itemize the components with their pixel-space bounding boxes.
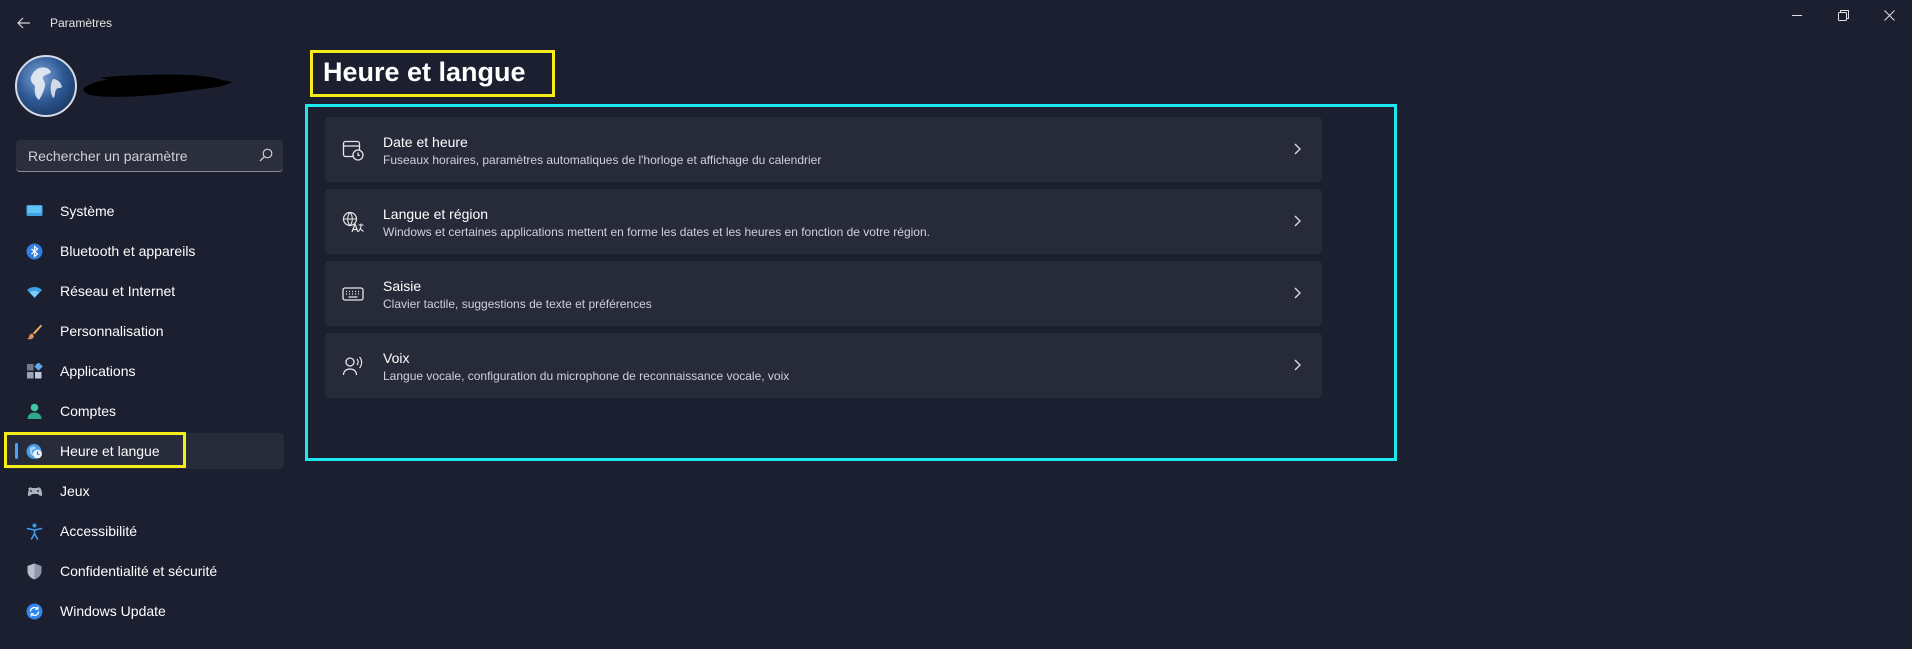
sidebar-item-applications[interactable]: Applications xyxy=(4,353,284,389)
language-icon xyxy=(342,211,364,233)
update-icon xyxy=(26,603,43,620)
back-arrow-icon xyxy=(17,17,30,29)
sidebar-item-reseau[interactable]: Réseau et Internet xyxy=(4,273,284,309)
card-title: Langue et région xyxy=(383,206,489,222)
sidebar-item-systeme[interactable]: Système xyxy=(4,193,284,229)
keyboard-icon xyxy=(342,287,364,301)
card-voix[interactable]: Voix Langue vocale, configuration du mic… xyxy=(325,333,1322,398)
display-icon xyxy=(26,205,43,216)
sidebar-item-label: Windows Update xyxy=(60,603,166,619)
sidebar-item-label: Réseau et Internet xyxy=(60,283,176,299)
calendar-clock-icon xyxy=(342,140,364,161)
card-langue-et-region[interactable]: Langue et région Windows et certaines ap… xyxy=(325,189,1322,254)
window-controls xyxy=(1774,0,1912,30)
card-title: Voix xyxy=(383,350,410,366)
sidebar-item-label: Jeux xyxy=(60,483,90,499)
sidebar-item-label: Comptes xyxy=(60,403,117,419)
globe-avatar-icon xyxy=(30,67,62,100)
chevron-right-icon xyxy=(1294,359,1301,371)
search-input[interactable] xyxy=(26,140,250,172)
sidebar-item-personnalisation[interactable]: Personnalisation xyxy=(4,313,284,349)
search-icon[interactable] xyxy=(259,148,273,162)
sidebar-item-bluetooth[interactable]: Bluetooth et appareils xyxy=(4,233,284,269)
sidebar-item-label: Personnalisation xyxy=(60,323,164,339)
close-button[interactable] xyxy=(1866,0,1912,30)
username-redaction xyxy=(83,74,233,97)
card-title: Saisie xyxy=(383,278,422,294)
minimize-button[interactable] xyxy=(1774,0,1820,30)
avatar[interactable] xyxy=(15,55,77,117)
settings-card-list: Date et heure Fuseaux horaires, paramètr… xyxy=(325,117,1322,405)
card-date-et-heure[interactable]: Date et heure Fuseaux horaires, paramètr… xyxy=(325,117,1322,182)
brush-icon xyxy=(27,324,42,340)
page-title: Heure et langue xyxy=(323,57,526,87)
card-description: Fuseaux horaires, paramètres automatique… xyxy=(383,153,822,167)
restore-button[interactable] xyxy=(1820,0,1866,30)
sidebar-item-label: Confidentialité et sécurité xyxy=(60,563,218,579)
sidebar-item-accessibilite[interactable]: Accessibilité xyxy=(4,513,284,549)
wifi-icon xyxy=(27,287,42,298)
minimize-icon xyxy=(1791,14,1802,16)
card-description: Windows et certaines applications metten… xyxy=(383,225,930,239)
app-title: Paramètres xyxy=(50,16,113,30)
card-saisie[interactable]: Saisie Clavier tactile, suggestions de t… xyxy=(325,261,1322,326)
sidebar-item-confidentialite[interactable]: Confidentialité et sécurité xyxy=(4,553,284,589)
sidebar-item-windows-update[interactable]: Windows Update xyxy=(4,593,284,629)
sidebar-item-label: Système xyxy=(60,203,115,219)
sidebar-nav: Système Bluetooth et appareils Réseau et… xyxy=(4,193,284,633)
chevron-right-icon xyxy=(1294,287,1301,299)
highlight-box-nav xyxy=(4,432,186,468)
card-title: Date et heure xyxy=(383,134,468,150)
shield-icon xyxy=(27,563,42,580)
search-box[interactable] xyxy=(16,140,283,172)
back-button[interactable] xyxy=(10,10,38,36)
apps-icon xyxy=(27,363,43,379)
chevron-right-icon xyxy=(1294,143,1301,155)
sidebar-item-label: Applications xyxy=(60,363,136,379)
gamepad-icon xyxy=(27,487,43,496)
speech-icon xyxy=(342,356,363,376)
person-icon xyxy=(27,403,42,419)
restore-icon xyxy=(1837,9,1849,21)
sidebar-item-label: Accessibilité xyxy=(60,523,138,539)
card-description: Clavier tactile, suggestions de texte et… xyxy=(383,297,652,311)
card-description: Langue vocale, configuration du micropho… xyxy=(383,369,790,383)
chevron-right-icon xyxy=(1294,215,1301,227)
accessibility-icon xyxy=(26,523,43,540)
close-icon xyxy=(1883,9,1895,21)
sidebar-item-jeux[interactable]: Jeux xyxy=(4,473,284,509)
bluetooth-icon xyxy=(26,243,43,260)
sidebar-item-comptes[interactable]: Comptes xyxy=(4,393,284,429)
title-bar: Paramètres xyxy=(0,0,1912,46)
sidebar-item-label: Bluetooth et appareils xyxy=(60,243,196,259)
